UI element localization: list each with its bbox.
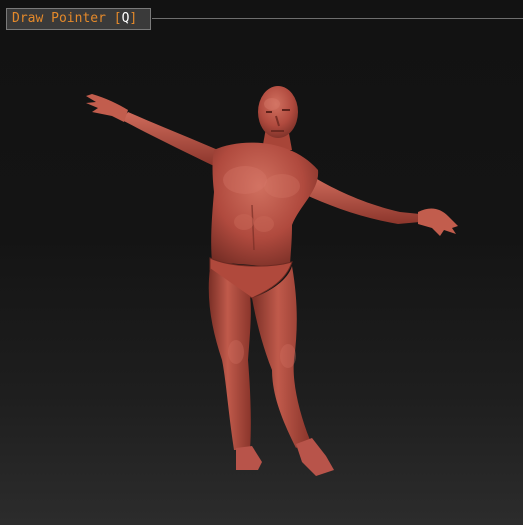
sculpt-viewport[interactable]: Draw Pointer [Q]: [0, 0, 523, 525]
torso: [211, 142, 319, 268]
head: [258, 86, 298, 138]
left-arm: [86, 94, 218, 166]
left-knee: [228, 340, 244, 364]
human-figure-model[interactable]: [0, 0, 523, 525]
right-arm: [304, 176, 458, 236]
right-knee: [280, 344, 296, 368]
right-leg: [252, 266, 334, 476]
